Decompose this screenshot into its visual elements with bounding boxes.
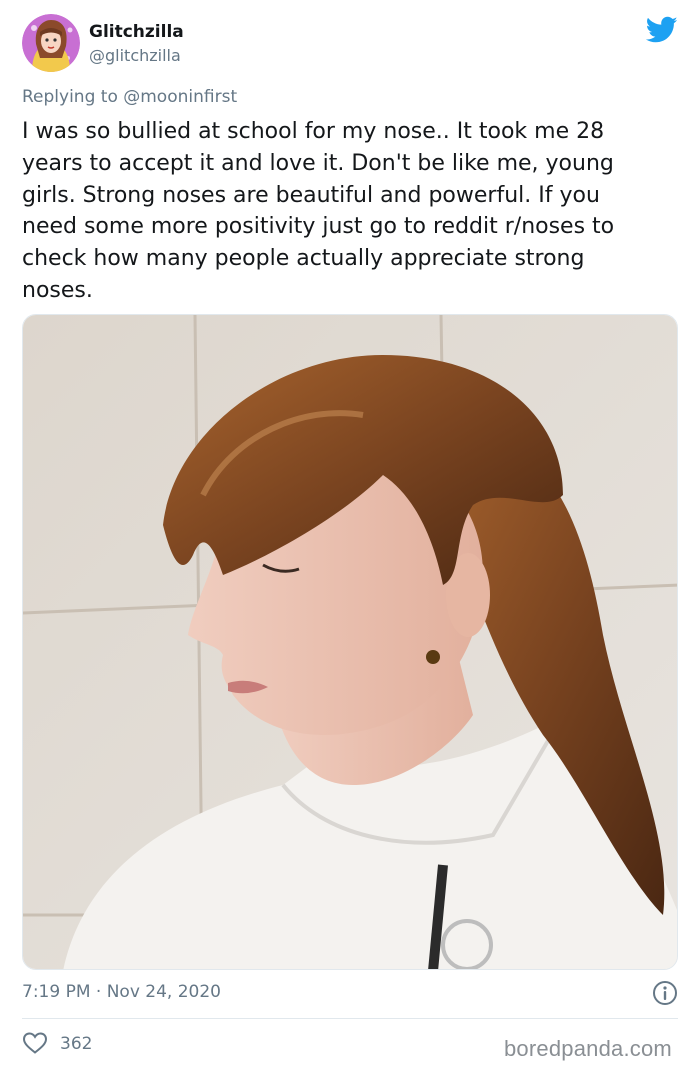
tweet-text-line: girls. Strong noses are beautiful and po… (22, 182, 600, 208)
footer-divider (22, 1018, 678, 1019)
tweet-text-line: noses. (22, 277, 93, 303)
profile-selfie-image (23, 315, 677, 969)
tweet-text-line: check how many people actually appreciat… (22, 246, 585, 272)
site-watermark: boredpanda.com (504, 1036, 672, 1061)
heart-icon[interactable] (22, 1031, 48, 1055)
like-count: 362 (60, 1034, 93, 1054)
reply-handle-link[interactable]: @mooninfirst (123, 87, 237, 107)
tweet-text-line: need some more positivity just go to red… (22, 214, 615, 240)
author-handle[interactable]: @glitchzilla (89, 46, 181, 65)
tweet-text-line: I was so bullied at school for my nose..… (22, 119, 605, 144)
author-display-name[interactable]: Glitchzilla (89, 22, 184, 42)
reply-prefix: Replying to (22, 87, 118, 107)
tweet-photo[interactable] (22, 314, 678, 970)
cartoon-avatar-icon (22, 14, 80, 72)
tweet-text-line: years to accept it and love it. Don't be… (22, 150, 614, 176)
reply-context: Replying to @mooninfirst (22, 87, 237, 107)
twitter-bird-icon[interactable] (645, 16, 678, 44)
tweet-timestamp[interactable]: 7:19 PM · Nov 24, 2020 (22, 982, 221, 1002)
tweet-text: I was so bullied at school for my nose..… (22, 116, 682, 307)
author-avatar[interactable] (22, 14, 80, 72)
info-icon[interactable] (652, 980, 678, 1006)
